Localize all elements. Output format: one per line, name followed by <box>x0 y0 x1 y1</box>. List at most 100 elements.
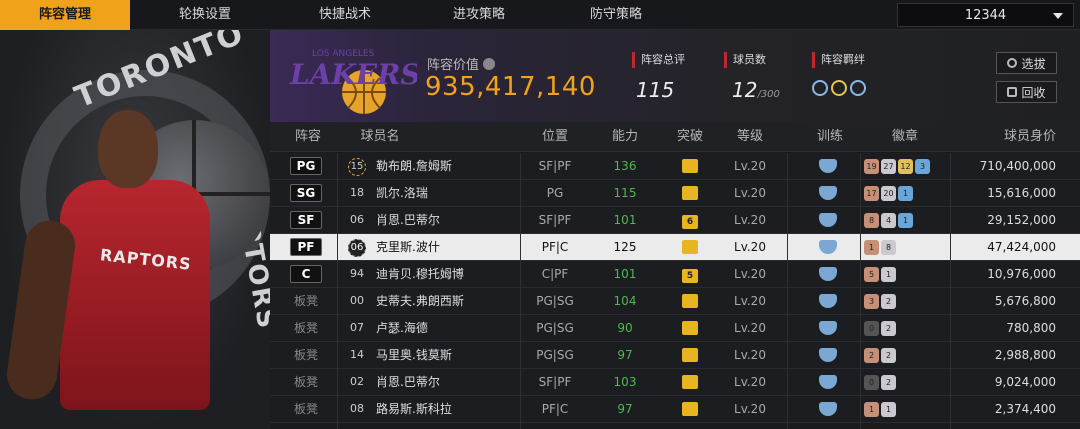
breakthrough[interactable] <box>670 288 710 314</box>
player-name[interactable]: 肖恩.巴蒂尔 <box>376 369 486 395</box>
player-position: PG|SG <box>536 348 574 362</box>
recycle-button[interactable]: 回收 <box>996 81 1057 103</box>
breakthrough[interactable] <box>670 396 710 422</box>
col-name[interactable]: 球员名 <box>350 122 410 152</box>
badge-list[interactable]: 18 <box>864 234 954 260</box>
table-row[interactable]: 板凳 08 路易斯.斯科拉 PF|C 97 Lv.20 1 1 2,374,400 <box>270 396 1080 423</box>
player-name[interactable]: 史蒂夫.弗朗西斯 <box>376 288 486 314</box>
col-ability[interactable]: 能力 <box>590 122 660 152</box>
player-name[interactable]: 肖恩.巴蒂尔 <box>376 207 486 233</box>
training[interactable] <box>810 234 846 260</box>
player-name[interactable]: 勒布朗.詹姆斯 <box>376 153 486 179</box>
player-level: Lv.20 <box>734 402 766 416</box>
badge-list[interactable]: 32 <box>864 288 954 314</box>
bond-icon[interactable] <box>831 80 847 96</box>
lineup-slot[interactable]: C <box>288 261 324 287</box>
player-name[interactable]: 路易斯.斯科拉 <box>376 396 486 422</box>
badge-count: 1 <box>864 401 879 417</box>
badge-count: 2 <box>881 374 896 390</box>
breakthrough[interactable] <box>670 153 710 179</box>
player-level: Lv.20 <box>734 240 766 254</box>
training[interactable] <box>810 207 846 233</box>
lineup-slot[interactable]: 板凳 <box>288 369 324 395</box>
col-lineup[interactable]: 阵容 <box>288 122 328 152</box>
badge-list[interactable]: 19 27 12 3 <box>864 153 954 179</box>
badge-list[interactable]: 02 <box>864 369 954 395</box>
table-row[interactable]: PF 06 克里斯.波什 PF|C 125 Lv.20 1 8 47,424,000 <box>270 234 1080 261</box>
tab-rotation[interactable]: 轮换设置 <box>140 0 270 30</box>
breakthrough[interactable] <box>670 369 710 395</box>
badge-count: 19 <box>864 158 879 174</box>
training[interactable] <box>810 315 846 341</box>
lineup-slot[interactable]: PG <box>288 153 324 179</box>
col-salary[interactable]: 球员身价 <box>970 122 1056 152</box>
breakthrough[interactable]: 6 <box>670 207 710 233</box>
training[interactable] <box>810 153 846 179</box>
badge-count: 1 <box>881 266 896 282</box>
training[interactable] <box>810 369 846 395</box>
lineup-slot[interactable]: SF <box>288 207 324 233</box>
lineup-slot[interactable]: 板凳 <box>288 396 324 422</box>
chevron-down-icon <box>1053 13 1063 19</box>
badge-count: 2 <box>864 347 879 363</box>
tab-defense[interactable]: 防守策略 <box>551 0 681 30</box>
training[interactable] <box>810 342 846 368</box>
lineup-select-dropdown[interactable]: 12344 <box>897 3 1074 27</box>
player-name[interactable]: 迪肯贝.穆托姆博 <box>376 261 486 287</box>
player-name[interactable]: 马里奥.钱莫斯 <box>376 342 486 368</box>
badge-count: 2 <box>881 320 896 336</box>
col-breakthrough[interactable]: 突破 <box>670 122 710 152</box>
badge-list[interactable]: 11 <box>864 396 954 422</box>
crown-icon <box>682 240 698 254</box>
table-row[interactable]: PG 15 勒布朗.詹姆斯 SF|PF 136 Lv.20 19 27 12 3 710,400,0… <box>270 153 1080 180</box>
breakthrough[interactable]: 5 <box>670 261 710 287</box>
training[interactable] <box>810 288 846 314</box>
lineup-slot[interactable]: SG <box>288 180 324 206</box>
lineup-slot[interactable]: 板凳 <box>288 288 324 314</box>
player-salary: 2,374,400 <box>994 402 1056 416</box>
bond-icon[interactable] <box>850 80 866 96</box>
badge-list[interactable]: 17 20 1 <box>864 180 954 206</box>
tab-quick-tactics[interactable]: 快捷战术 <box>280 0 410 30</box>
training[interactable] <box>810 261 846 287</box>
table-row[interactable]: 板凳 02 肖恩.巴蒂尔 SF|PF 103 Lv.20 0 2 9,024,000 <box>270 369 1080 396</box>
player-name[interactable]: 卢瑟.海德 <box>376 315 486 341</box>
training-shield-icon <box>819 267 837 281</box>
badge-count: 8 <box>881 239 896 255</box>
training[interactable] <box>810 396 846 422</box>
training[interactable] <box>810 180 846 206</box>
table-row[interactable]: C 94 迪肯贝.穆托姆博 C|PF 101 5 Lv.20 5 1 10,976,000 <box>270 261 1080 288</box>
col-training[interactable]: 训练 <box>810 122 850 152</box>
table-row[interactable]: 板凳 14 马里奥.钱莫斯 PG|SG 97 Lv.20 2 2 2,988,800 <box>270 342 1080 369</box>
lineup-slot[interactable]: 板凳 <box>288 342 324 368</box>
col-position[interactable]: 位置 <box>520 122 590 152</box>
table-row[interactable]: SF 06 肖恩.巴蒂尔 SF|PF 101 6 Lv.20 8 4 1 29,152,000 <box>270 207 1080 234</box>
breakthrough[interactable] <box>670 180 710 206</box>
player-name[interactable]: 凯尔.洛瑞 <box>376 180 486 206</box>
badge-count: 5 <box>864 266 879 282</box>
table-row[interactable]: SG 18 凯尔.洛瑞 PG 115 Lv.20 17 20 1 15,616,000 <box>270 180 1080 207</box>
tab-lineup[interactable]: 阵容管理 <box>0 0 130 30</box>
badge-list[interactable]: 51 <box>864 261 954 287</box>
badge-list[interactable]: 02 <box>864 315 954 341</box>
bond-icons[interactable] <box>812 80 866 96</box>
player-salary: 9,024,000 <box>994 375 1056 389</box>
lineup-slot[interactable]: 板凳 <box>288 315 324 341</box>
col-badges[interactable]: 徽章 <box>880 122 930 152</box>
col-level[interactable]: 等级 <box>725 122 775 152</box>
jersey-number: 02 <box>350 375 364 388</box>
bond-icon[interactable] <box>812 80 828 96</box>
table-row[interactable]: 板凳 07 卢瑟.海德 PG|SG 90 Lv.20 0 2 780,800 <box>270 315 1080 342</box>
badge-list[interactable]: 841 <box>864 207 954 233</box>
badge-list[interactable]: 22 <box>864 342 954 368</box>
breakthrough[interactable] <box>670 234 710 260</box>
tab-offense[interactable]: 进攻策略 <box>414 0 544 30</box>
player-ability: 101 <box>613 267 637 281</box>
badge-count: 12 <box>898 158 913 174</box>
lineup-slot[interactable]: PF <box>288 234 324 260</box>
breakthrough[interactable] <box>670 342 710 368</box>
select-button[interactable]: 选拔 <box>996 52 1057 74</box>
player-name[interactable]: 克里斯.波什 <box>376 234 486 260</box>
table-row[interactable]: 板凳 00 史蒂夫.弗朗西斯 PG|SG 104 Lv.20 3 2 5,676,800 <box>270 288 1080 315</box>
breakthrough[interactable] <box>670 315 710 341</box>
